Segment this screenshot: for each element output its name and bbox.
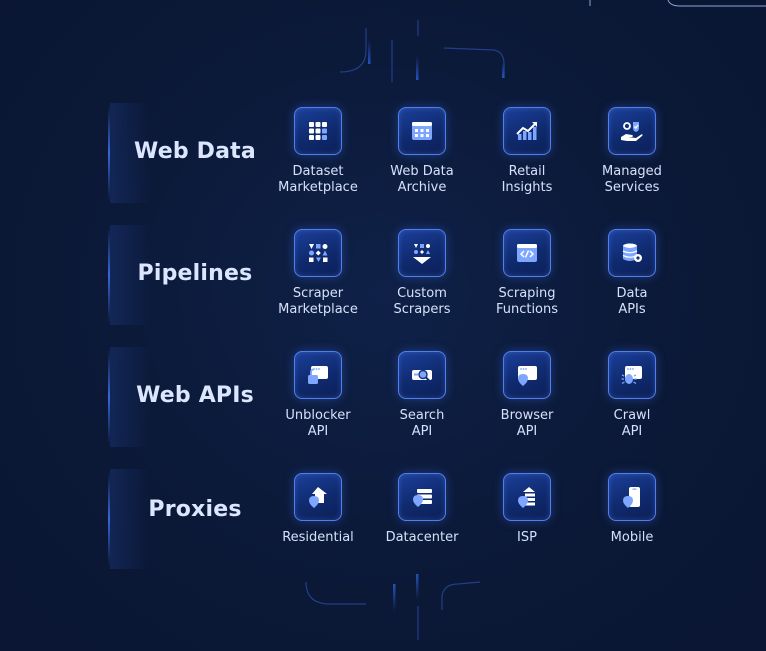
tile-label: Custom Scrapers <box>393 286 451 317</box>
products-overview: Web Data Dataset Marketplace Web Data Ar… <box>0 0 766 651</box>
section-accent-bar <box>108 227 110 323</box>
tile-scraping-functions[interactable]: Scraping Functions <box>477 229 577 318</box>
section-accent-bar <box>108 349 110 445</box>
archive-calendar-icon <box>398 107 446 155</box>
tile-search-api[interactable]: Search API <box>372 351 472 440</box>
tile-managed-services[interactable]: Managed Services <box>582 107 682 196</box>
unlock-window-icon <box>294 351 342 399</box>
tile-browser-api[interactable]: Browser API <box>477 351 577 440</box>
section-web-data: Web Data Dataset Marketplace Web Data Ar… <box>108 103 688 203</box>
section-proxies: Proxies Residential Datacenter ISP Mobil… <box>108 469 688 569</box>
tile-label: Mobile <box>610 530 654 545</box>
section-accent-bar <box>108 471 110 567</box>
rising-chart-icon <box>503 107 551 155</box>
tile-scraper-marketplace[interactable]: Scraper Marketplace <box>268 229 368 318</box>
tile-datacenter[interactable]: Datacenter <box>372 473 472 546</box>
bug-window-icon <box>608 351 656 399</box>
section-title: Web APIs <box>136 383 254 408</box>
tile-unblocker-api[interactable]: Unblocker API <box>268 351 368 440</box>
shapes-funnel-icon <box>398 229 446 277</box>
tile-label: Dataset Marketplace <box>278 164 358 195</box>
tile-label: Search API <box>399 408 445 439</box>
shapes-grid-icon <box>294 229 342 277</box>
section-pipelines: Pipelines Scraper Marketplace Custom Scr… <box>108 225 688 325</box>
tile-label: Unblocker API <box>285 408 351 439</box>
tile-label: Residential <box>282 530 354 545</box>
tile-label: Scraper Marketplace <box>278 286 358 317</box>
tile-custom-scrapers[interactable]: Custom Scrapers <box>372 229 472 318</box>
code-window-icon <box>503 229 551 277</box>
section-title: Proxies <box>148 497 242 522</box>
tile-dataset-marketplace[interactable]: Dataset Marketplace <box>268 107 368 196</box>
section-accent-bar <box>108 105 110 201</box>
search-window-icon <box>398 351 446 399</box>
hand-gear-shield-icon <box>608 107 656 155</box>
section-title: Pipelines <box>137 261 253 286</box>
server-pin-icon <box>398 473 446 521</box>
browser-pin-icon <box>503 351 551 399</box>
tile-retail-insights[interactable]: Retail Insights <box>477 107 577 196</box>
tile-residential[interactable]: Residential <box>268 473 368 546</box>
phone-pin-icon <box>608 473 656 521</box>
database-gear-icon <box>608 229 656 277</box>
grid-dataset-icon <box>294 107 342 155</box>
tile-label: Data APIs <box>616 286 648 317</box>
tile-label: Datacenter <box>385 530 459 545</box>
section-title: Web Data <box>134 139 256 164</box>
tile-label: Managed Services <box>602 164 662 195</box>
tile-crawl-api[interactable]: Crawl API <box>582 351 682 440</box>
tile-web-data-archive[interactable]: Web Data Archive <box>372 107 472 196</box>
tile-label: Browser API <box>500 408 554 439</box>
tile-label: ISP <box>517 530 537 545</box>
section-web-apis: Web APIs Unblocker API Search API Browse… <box>108 347 688 447</box>
tile-mobile[interactable]: Mobile <box>582 473 682 546</box>
tile-isp[interactable]: ISP <box>477 473 577 546</box>
tile-data-apis[interactable]: Data APIs <box>582 229 682 318</box>
tile-label: Web Data Archive <box>390 164 454 195</box>
tile-label: Crawl API <box>613 408 651 439</box>
tile-label: Scraping Functions <box>495 286 559 317</box>
tower-pin-icon <box>503 473 551 521</box>
tile-label: Retail Insights <box>501 164 553 195</box>
house-pin-icon <box>294 473 342 521</box>
